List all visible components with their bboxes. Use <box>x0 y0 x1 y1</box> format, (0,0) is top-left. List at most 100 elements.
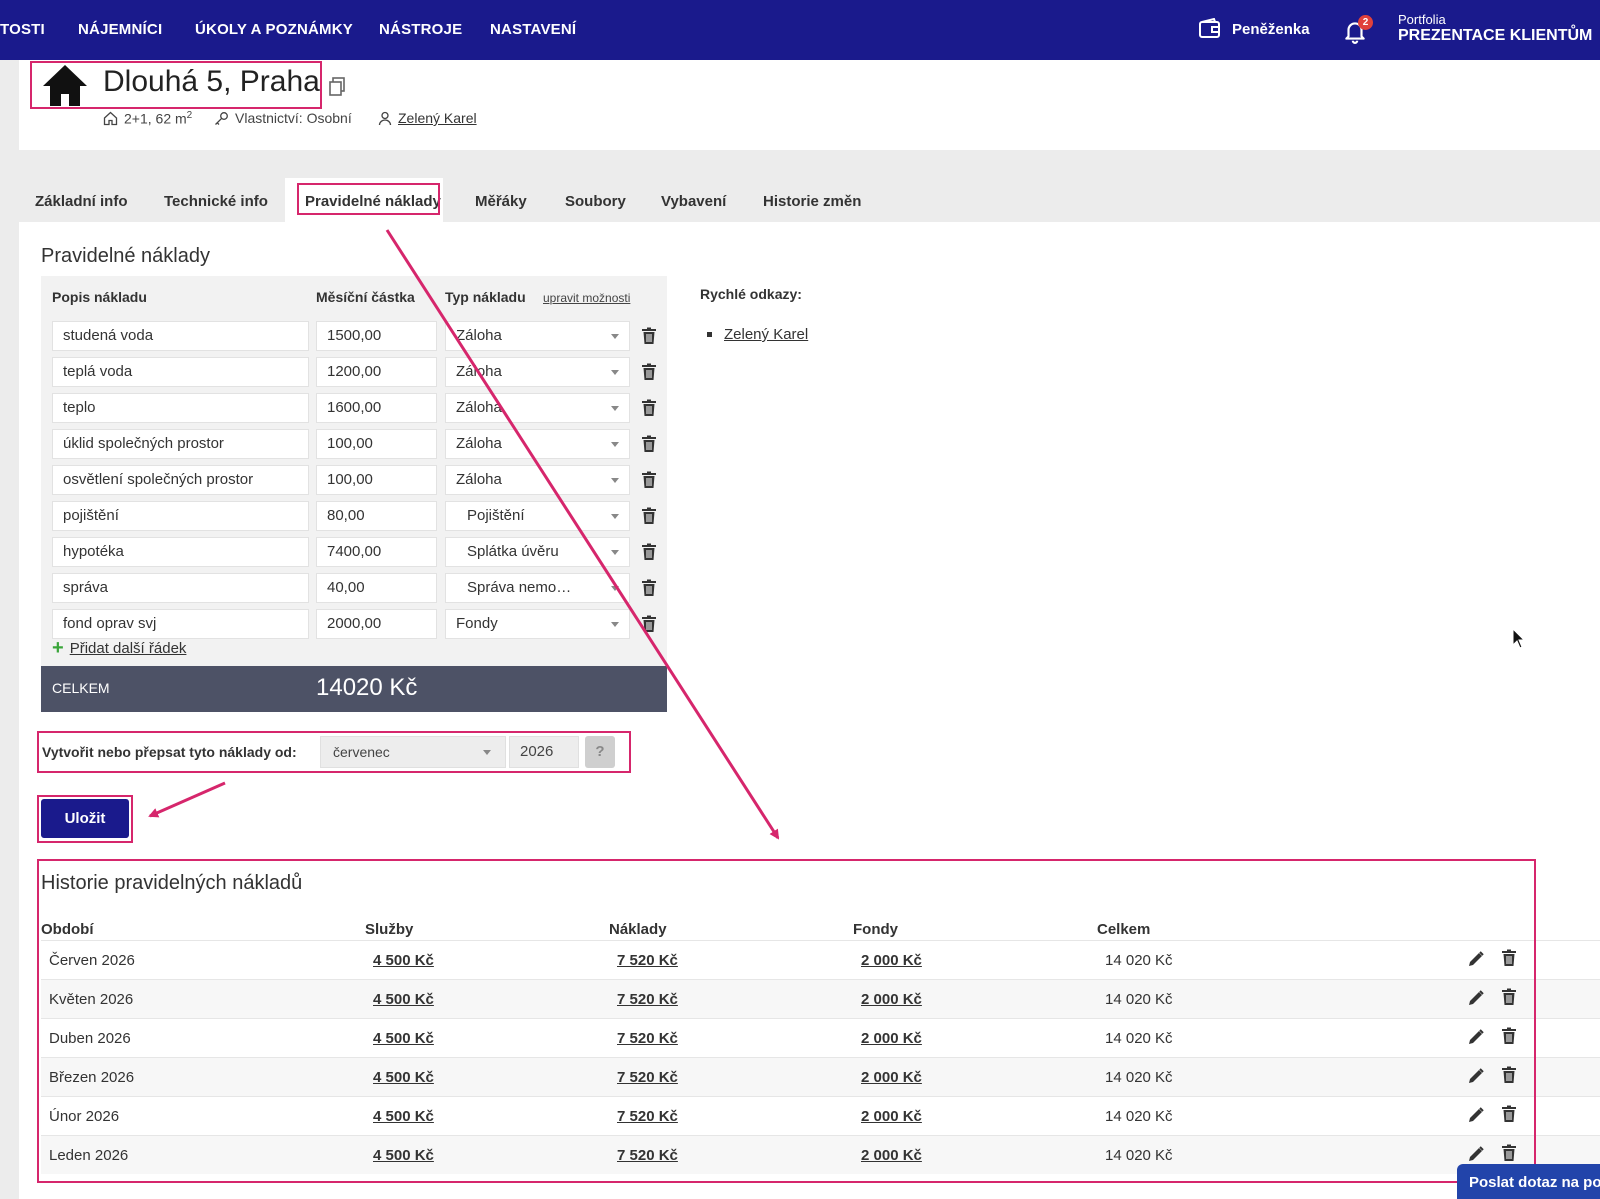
trash-icon[interactable] <box>641 435 657 453</box>
chevron-down-icon <box>611 550 619 555</box>
cost-type-select[interactable]: Záloha <box>445 357 630 387</box>
cost-type-value: Správa nemo… <box>467 579 572 596</box>
cost-type-value: Záloha <box>456 399 502 416</box>
trash-icon[interactable] <box>641 615 657 633</box>
edit-options-link[interactable]: upravit možnosti <box>543 291 630 305</box>
cost-description-input[interactable]: osvětlení společných prostor <box>52 465 309 495</box>
tab-meters[interactable]: Měřáky <box>475 193 527 210</box>
wallet-link[interactable]: Peněženka <box>1198 18 1310 40</box>
cost-type-select[interactable]: Záloha <box>445 321 630 351</box>
property-ownership: Vlastnictví: Osobní <box>214 110 352 126</box>
trash-icon[interactable] <box>641 471 657 489</box>
nav-item-tenants[interactable]: NÁJEMNÍCI <box>78 21 162 38</box>
portfolio-label: Portfolia <box>1398 12 1446 27</box>
mouse-cursor-icon <box>1512 628 1526 649</box>
annotation-highlight-save <box>37 795 133 843</box>
trash-icon[interactable] <box>641 363 657 381</box>
key-icon <box>215 111 228 125</box>
cost-type-select[interactable]: Záloha <box>445 429 630 459</box>
wallet-label: Peněženka <box>1232 20 1310 38</box>
cost-type-select[interactable]: Záloha <box>445 465 630 495</box>
notification-badge: 2 <box>1358 15 1373 30</box>
annotation-highlight-from <box>37 731 631 773</box>
chevron-down-icon <box>611 514 619 519</box>
cost-amount-input[interactable]: 7400,00 <box>316 537 437 567</box>
cost-amount-input[interactable]: 100,00 <box>316 465 437 495</box>
cost-description-input[interactable]: hypotéka <box>52 537 309 567</box>
cost-type-value: Záloha <box>456 471 502 488</box>
home-outline-icon <box>103 111 118 125</box>
tab-technical-info[interactable]: Technické info <box>164 193 268 210</box>
header-amount: Měsíční částka <box>316 289 415 305</box>
cost-type-select[interactable]: Pojištění <box>445 501 630 531</box>
trash-icon[interactable] <box>641 327 657 345</box>
user-icon <box>378 111 392 125</box>
plus-icon: + <box>52 637 64 659</box>
property-layout-text: 2+1, 62 m <box>124 110 187 127</box>
trash-icon[interactable] <box>641 507 657 525</box>
cost-description-input[interactable]: studená voda <box>52 321 309 351</box>
cost-amount-input[interactable]: 1200,00 <box>316 357 437 387</box>
quick-link-item: Zelený Karel <box>707 326 808 343</box>
quick-links-title: Rychlé odkazy: <box>700 286 802 302</box>
costs-section-title: Pravidelné náklady <box>41 245 210 267</box>
add-row-label: Přidat další řádek <box>69 640 187 657</box>
total-label: CELKEM <box>52 680 110 696</box>
annotation-highlight-title <box>30 61 322 109</box>
cost-type-value: Splátka úvěru <box>467 543 559 560</box>
chevron-down-icon <box>611 442 619 447</box>
tab-equipment[interactable]: Vybavení <box>661 193 726 210</box>
annotation-highlight-tab <box>297 183 440 215</box>
cost-type-value: Fondy <box>456 615 498 632</box>
cost-type-value: Pojištění <box>467 507 525 524</box>
wallet-icon <box>1199 18 1220 38</box>
cost-description-input[interactable]: teplo <box>52 393 309 423</box>
tab-basic-info[interactable]: Základní info <box>35 193 128 210</box>
nav-item-tosti[interactable]: TOSTI <box>0 21 45 38</box>
support-chat-button[interactable]: Poslat dotaz na podporu <box>1457 1164 1600 1199</box>
cost-amount-input[interactable]: 2000,00 <box>316 609 437 639</box>
cost-description-input[interactable]: fond oprav svj <box>52 609 309 639</box>
cost-type-select[interactable]: Splátka úvěru <box>445 537 630 567</box>
cost-description-input[interactable]: úklid společných prostor <box>52 429 309 459</box>
cost-description-input[interactable]: správa <box>52 573 309 603</box>
trash-icon[interactable] <box>641 579 657 597</box>
cost-description-input[interactable]: pojištění <box>52 501 309 531</box>
cost-type-select[interactable]: Záloha <box>445 393 630 423</box>
chevron-down-icon <box>611 478 619 483</box>
nav-item-tools[interactable]: NÁSTROJE <box>379 21 462 38</box>
cost-amount-input[interactable]: 1500,00 <box>316 321 437 351</box>
total-value: 14020 Kč <box>316 674 418 701</box>
property-layout-sup: 2 <box>186 110 193 121</box>
cost-amount-input[interactable]: 100,00 <box>316 429 437 459</box>
owner-link[interactable]: Zelený Karel <box>398 110 477 126</box>
cost-description-input[interactable]: teplá voda <box>52 357 309 387</box>
trash-icon[interactable] <box>641 543 657 561</box>
property-layout: 2+1, 62 m2 <box>103 110 192 127</box>
portfolio-switcher[interactable]: Portfolia PREZENTACE KLIENTŮM <box>1398 12 1592 45</box>
chevron-down-icon <box>611 622 619 627</box>
tab-files[interactable]: Soubory <box>565 193 626 210</box>
nav-item-tasks[interactable]: ÚKOLY A POZNÁMKY <box>195 21 353 38</box>
nav-item-settings[interactable]: NASTAVENÍ <box>490 21 576 38</box>
ownership-text: Vlastnictví: Osobní <box>235 110 352 126</box>
trash-icon[interactable] <box>641 399 657 417</box>
tab-change-history[interactable]: Historie změn <box>763 193 861 210</box>
annotation-highlight-history <box>37 859 1536 1183</box>
cost-type-value: Záloha <box>456 363 502 380</box>
add-row-button[interactable]: + Přidat další řádek <box>52 637 187 659</box>
cost-type-value: Záloha <box>456 435 502 452</box>
bullet <box>707 332 712 337</box>
cost-type-select[interactable]: Správa nemo… <box>445 573 630 603</box>
cost-amount-input[interactable]: 80,00 <box>316 501 437 531</box>
portfolio-name: PREZENTACE KLIENTŮM <box>1398 27 1593 44</box>
copy-icon[interactable] <box>328 77 346 97</box>
chevron-down-icon <box>611 334 619 339</box>
quick-link-owner[interactable]: Zelený Karel <box>724 326 808 343</box>
cost-amount-input[interactable]: 40,00 <box>316 573 437 603</box>
cost-amount-input[interactable]: 1600,00 <box>316 393 437 423</box>
chevron-down-icon <box>611 370 619 375</box>
cost-type-select[interactable]: Fondy <box>445 609 630 639</box>
property-owner: Zelený Karel <box>378 110 477 126</box>
header-description: Popis nákladu <box>52 289 147 305</box>
